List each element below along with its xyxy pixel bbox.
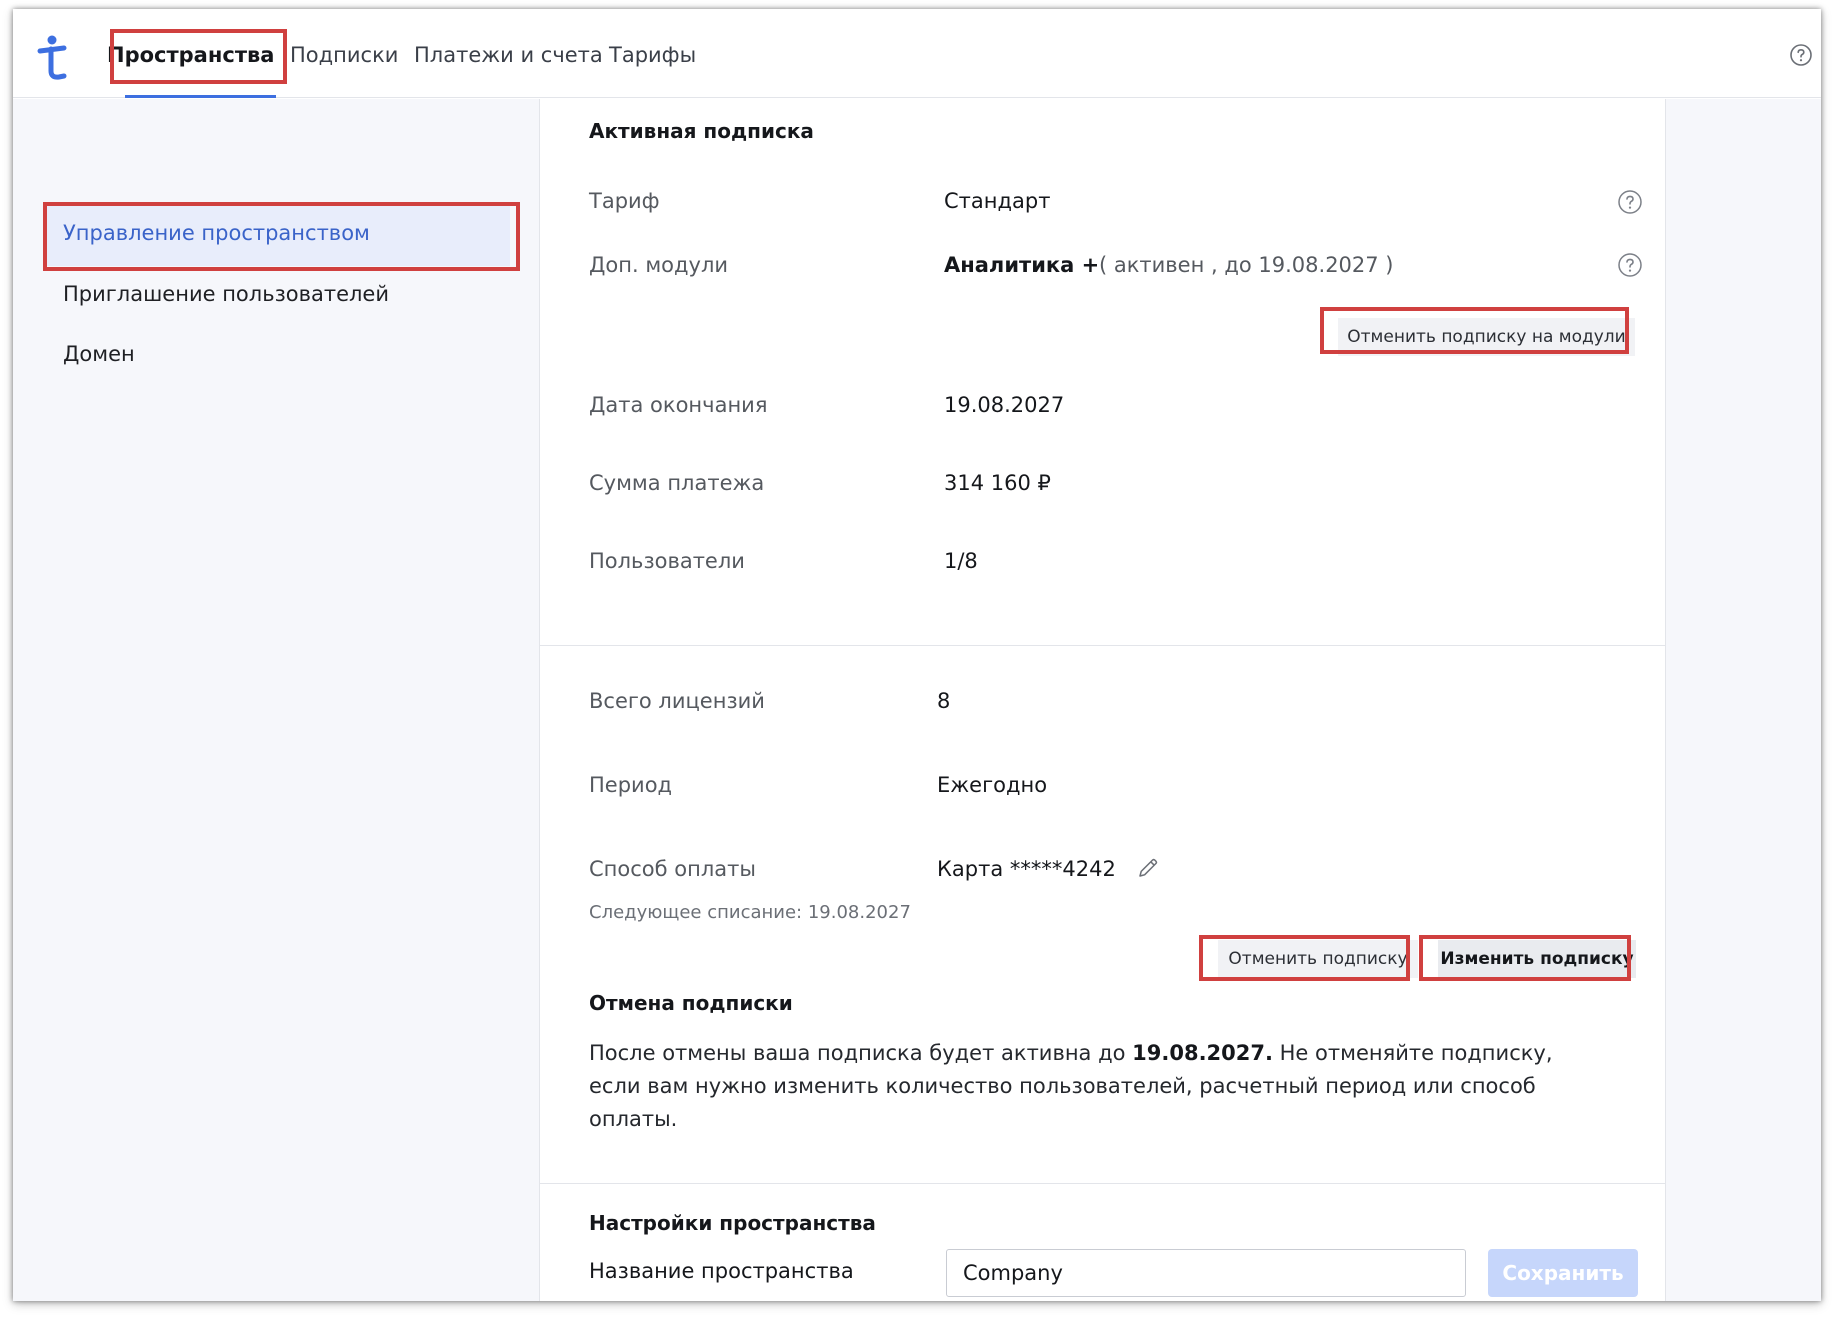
tab-spaces[interactable]: Пространства: [107, 43, 274, 67]
plan-help-icon[interactable]: [1617, 189, 1643, 215]
end-date-value: 19.08.2027: [944, 393, 1065, 417]
modules-help-icon[interactable]: [1617, 252, 1643, 278]
cancel-modules-button[interactable]: Отменить подписку на модули: [1338, 318, 1635, 356]
space-name-label: Название пространства: [589, 1259, 854, 1283]
space-settings-title: Настройки пространства: [589, 1211, 876, 1235]
users-label: Пользователи: [589, 549, 745, 573]
tab-subscriptions[interactable]: Подписки: [290, 43, 398, 67]
tab-tariffs[interactable]: Тарифы: [609, 43, 696, 67]
period-value: Ежегодно: [937, 773, 1048, 797]
modules-label: Доп. модули: [589, 253, 729, 277]
users-value: 1/8: [944, 549, 978, 573]
module-status: ( активен , до 19.08.2027 ): [1099, 253, 1394, 277]
module-name: Аналитика +: [944, 253, 1100, 277]
sidebar-item-space-management[interactable]: Управление пространством: [63, 221, 370, 245]
sidebar-item-domain[interactable]: Домен: [63, 342, 135, 366]
cancellation-note-before: После отмены ваша подписка будет активна…: [589, 1041, 1133, 1065]
tab-payments-invoices[interactable]: Платежи и счета: [414, 43, 603, 67]
cancellation-title: Отмена подписки: [589, 991, 793, 1015]
cancellation-note: После отмены ваша подписка будет активна…: [589, 1037, 1599, 1136]
sidebar: Управление пространством Приглашение пол…: [13, 99, 539, 1301]
active-subscription-title: Активная подписка: [589, 119, 814, 143]
end-date-label: Дата окончания: [589, 393, 768, 417]
period-label: Период: [589, 773, 673, 797]
change-subscription-button[interactable]: Изменить подписку: [1438, 940, 1636, 978]
main-content: Активная подписка Тариф Стандарт Доп. мо…: [539, 99, 1667, 1301]
payment-method-label: Способ оплаты: [589, 857, 756, 881]
licenses-label: Всего лицензий: [589, 689, 765, 713]
top-navigation: Пространства Подписки Платежи и счета Та…: [13, 9, 1821, 98]
space-name-input[interactable]: [946, 1249, 1466, 1297]
app-window: Пространства Подписки Платежи и счета Та…: [13, 9, 1821, 1301]
amount-value: 314 160 ₽: [944, 471, 1051, 495]
next-charge-text: Следующее списание: 19.08.2027: [589, 902, 911, 923]
licenses-value: 8: [937, 689, 951, 713]
help-circle-icon[interactable]: [1789, 43, 1813, 67]
plan-label: Тариф: [589, 189, 660, 213]
payment-method-value: Карта *****4242: [937, 857, 1116, 881]
plan-value: Стандарт: [944, 189, 1051, 213]
cancel-subscription-button[interactable]: Отменить подписку: [1218, 940, 1418, 978]
section-divider: [540, 645, 1667, 646]
amount-label: Сумма платежа: [589, 471, 765, 495]
right-gutter: [1666, 99, 1821, 1301]
cancellation-note-date: 19.08.2027.: [1132, 1041, 1273, 1065]
active-tab-indicator: [125, 95, 276, 98]
sidebar-item-invite-users[interactable]: Приглашение пользователей: [63, 282, 389, 306]
save-button[interactable]: Сохранить: [1488, 1249, 1638, 1297]
pencil-icon[interactable]: [1136, 856, 1160, 880]
t-logo-icon[interactable]: [33, 33, 73, 83]
settings-divider: [540, 1183, 1667, 1184]
